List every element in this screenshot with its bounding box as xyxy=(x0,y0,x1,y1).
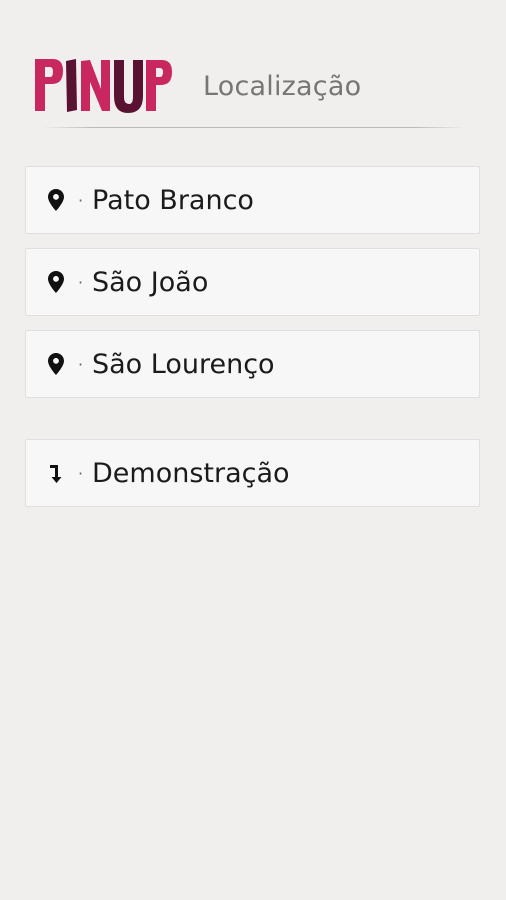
location-label: São João xyxy=(92,266,209,298)
separator-dot: · xyxy=(78,272,84,292)
location-label: São Lourenço xyxy=(92,348,275,380)
arrow-down-icon xyxy=(46,460,66,486)
separator-dot: · xyxy=(78,190,84,210)
separator-dot: · xyxy=(78,463,84,483)
pinup-logo xyxy=(33,54,173,118)
map-pin-icon xyxy=(46,187,66,213)
pinup-logo-graphic xyxy=(35,59,172,113)
page-title: Localização xyxy=(203,71,362,102)
location-item-sao-joao[interactable]: · São João xyxy=(25,248,480,316)
location-label: Pato Branco xyxy=(92,184,254,216)
location-item-pato-branco[interactable]: · Pato Branco xyxy=(25,166,480,234)
map-pin-icon xyxy=(46,269,66,295)
separator-dot: · xyxy=(78,354,84,374)
app-header: Localização xyxy=(0,0,506,130)
demo-label: Demonstração xyxy=(92,457,290,489)
location-list: · Pato Branco · São João · São Lourenço xyxy=(25,166,480,412)
demo-item[interactable]: · Demonstração xyxy=(25,439,480,507)
location-item-sao-lourenco[interactable]: · São Lourenço xyxy=(25,330,480,398)
map-pin-icon xyxy=(46,351,66,377)
header-divider xyxy=(42,127,466,128)
